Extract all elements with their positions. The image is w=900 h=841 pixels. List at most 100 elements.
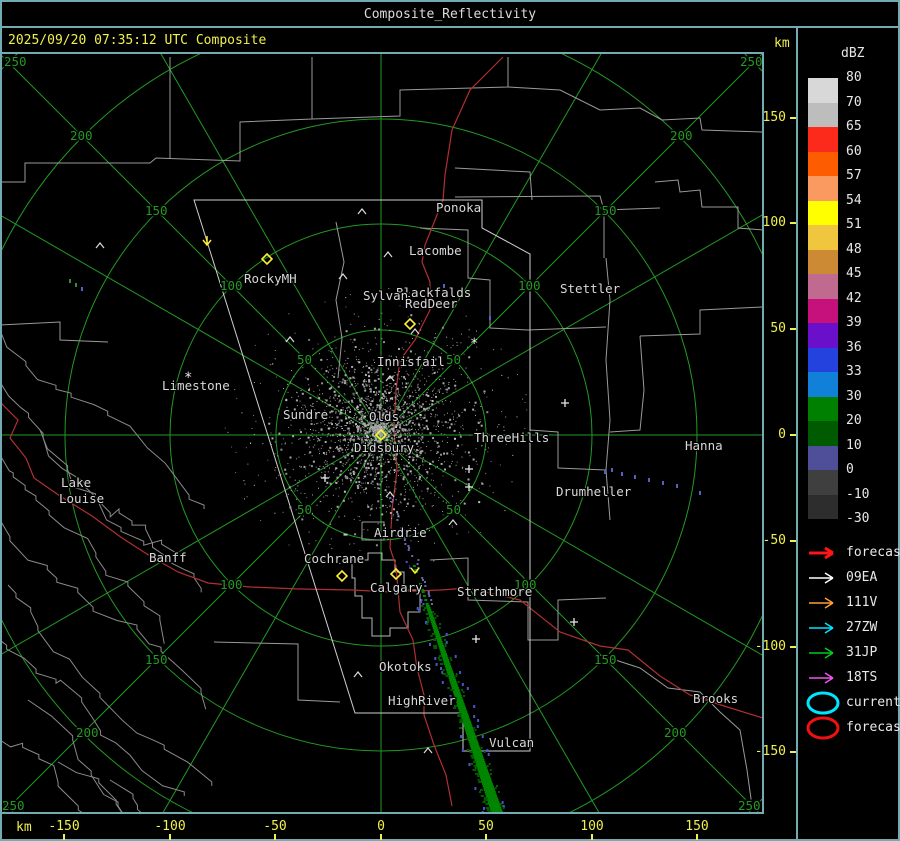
- plus-marker: [321, 474, 329, 482]
- legend-label: current: [846, 695, 900, 710]
- legend-label: 27ZW: [846, 620, 878, 635]
- radar-site-diamond: [403, 317, 417, 331]
- asterisk-marker: *: [470, 336, 478, 352]
- dbz-colour-block: [808, 274, 838, 299]
- right-axis-tick: [790, 117, 796, 119]
- dbz-colour-block: [808, 445, 838, 470]
- caret-marker: [338, 273, 348, 280]
- ring-distance-label: 250: [738, 798, 761, 813]
- ring-distance-label: 200: [70, 128, 93, 143]
- city-label: RockyMH: [244, 271, 297, 286]
- frame-left: [0, 0, 2, 841]
- ring-distance-label: 200: [76, 725, 99, 740]
- legend-label: forecast: [846, 545, 900, 560]
- dbz-scale-value: 70: [846, 94, 862, 110]
- caret-marker: [285, 336, 295, 343]
- dbz-scale-value: 36: [846, 339, 862, 355]
- bottom-axis-tick-label: -150: [48, 819, 80, 834]
- dbz-scale-value: 60: [846, 143, 862, 159]
- city-label: Brooks: [693, 691, 738, 706]
- city-label: Ponoka: [436, 200, 481, 215]
- legend-ellipse-icon: [804, 715, 842, 745]
- dbz-scale-value: 33: [846, 364, 862, 379]
- reflectivity-streak: [389, 497, 505, 813]
- plus-marker: [561, 399, 569, 407]
- ring-distance-label: 50: [297, 352, 312, 367]
- caret-marker: [357, 208, 367, 215]
- ring-distance-label: 250: [740, 54, 763, 69]
- terrain-lines: [2, 333, 213, 813]
- right-axis-tick: [790, 222, 796, 224]
- dbz-scale-value: 39: [846, 315, 862, 330]
- bottom-axis-tick-label: 0: [377, 819, 385, 834]
- dbz-scale-value: 45: [846, 266, 862, 281]
- city-label: ThreeHills: [474, 430, 549, 445]
- city-label: HighRiver: [388, 693, 456, 708]
- city-label: Lake: [61, 475, 91, 490]
- caret-marker: [353, 671, 363, 678]
- dbz-colour-block: [808, 78, 838, 103]
- dbz-scale-value: -10: [846, 486, 870, 502]
- dbz-colour-block: [808, 396, 838, 421]
- caret-marker: [410, 328, 420, 335]
- legend-label: 111V: [846, 595, 878, 610]
- map-border-bottom: [0, 812, 764, 814]
- city-label: Louise: [59, 491, 104, 506]
- legend-arrow-icon: [806, 645, 840, 665]
- caret-marker: [383, 251, 393, 258]
- dbz-scale-value: 48: [846, 241, 862, 257]
- ring-distance-label: 100: [518, 278, 541, 293]
- bottom-axis-tick-label: 150: [685, 819, 709, 834]
- city-label: Banff: [149, 550, 187, 565]
- dbz-colour-block: [808, 494, 838, 519]
- bottom-axis-tick-label: -50: [263, 819, 287, 834]
- dbz-scale-value: -30: [846, 511, 870, 526]
- legend-label: forecast: [846, 720, 900, 735]
- title-divider: [0, 26, 900, 28]
- ring-distance-label: 150: [594, 203, 617, 218]
- dbz-scale-value: 10: [846, 437, 862, 453]
- dbz-colour-block: [808, 127, 838, 152]
- city-label: Strathmore: [457, 584, 532, 599]
- bottom-axis-tick: [485, 834, 487, 840]
- ring-distance-label: 150: [145, 652, 168, 667]
- city-label: Vulcan: [489, 735, 534, 750]
- radar-site-diamond: [335, 569, 349, 583]
- city-label: Didsbury: [354, 440, 415, 455]
- city-label: Olds: [369, 409, 399, 424]
- city-label: Lacombe: [409, 243, 462, 258]
- legend-arrow-icon: [806, 670, 840, 690]
- dbz-scale-value: 80: [846, 70, 862, 85]
- bottom-axis-tick: [169, 834, 171, 840]
- dbz-colour-block: [808, 298, 838, 323]
- ring-distance-label: 50: [446, 502, 461, 517]
- right-axis-tick-label: 150: [762, 110, 786, 125]
- ring-distance-label: 150: [145, 203, 168, 218]
- right-axis-tick-label: -150: [754, 744, 786, 759]
- city-label: Cochrane: [304, 551, 364, 566]
- legend-arrow-icon: [806, 595, 840, 615]
- city-label: Hanna: [685, 438, 723, 453]
- bottom-axis-tick-label: -100: [154, 819, 186, 834]
- map-markers: **: [95, 208, 578, 754]
- legend-label: 18TS: [846, 670, 878, 685]
- radar-map-canvas[interactable]: 50 5050 50100 100100 100150 150150 150200 20020…: [0, 0, 900, 841]
- bottom-axis-tick-label: 50: [478, 819, 494, 834]
- asterisk-marker: *: [184, 370, 192, 386]
- dbz-colour-block: [808, 347, 838, 372]
- dbz-scale-value: 51: [846, 217, 862, 232]
- dbz-colour-block: [808, 176, 838, 201]
- bottom-axis-tick: [380, 834, 382, 840]
- legend-arrow-icon: [806, 545, 840, 565]
- dbz-colour-block: [808, 151, 838, 176]
- ring-distance-label: 50: [297, 502, 312, 517]
- bottom-axis-tick-label: 100: [580, 819, 604, 834]
- dbz-colour-block: [808, 102, 838, 127]
- right-axis-tick-label: 100: [762, 215, 786, 230]
- dbz-colour-block: [808, 225, 838, 250]
- city-label: Sylvan: [363, 288, 408, 303]
- dbz-colour-block: [808, 470, 838, 495]
- right-axis-tick: [790, 434, 796, 436]
- city-label: RedDeer: [405, 296, 458, 311]
- map-border-top: [0, 52, 764, 54]
